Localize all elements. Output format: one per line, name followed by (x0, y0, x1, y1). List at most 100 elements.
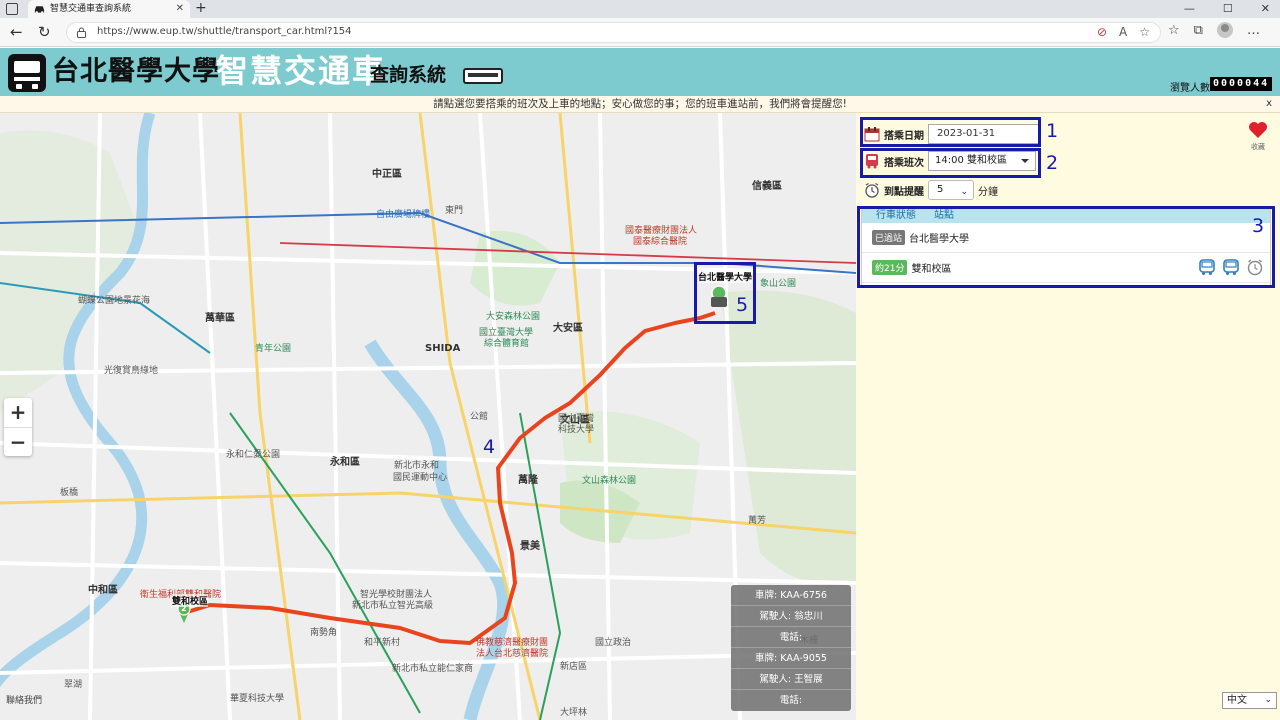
favorites-icon[interactable]: ☆ (1168, 23, 1180, 38)
annotation-box-1 (860, 117, 1041, 147)
map-canvas[interactable] (0, 113, 856, 720)
annotation-box-2 (860, 148, 1041, 178)
annotation-box-3 (857, 206, 1275, 288)
remind-select[interactable]: 5 ⌄ (928, 180, 974, 200)
map-label-dapinglin: 大坪林 (560, 708, 588, 718)
map-label-ntustb: 科技大學 (558, 425, 595, 435)
remind-label: 到點提醒 (884, 186, 924, 198)
url-text: https://www.eup.tw/shuttle/transport_car… (97, 26, 352, 37)
annotation-number-2: 2 (1046, 152, 1059, 174)
browser-tab-bar: 智慧交通車查詢系統 ✕ + — ☐ ✕ (0, 0, 1280, 18)
zoom-in-button[interactable]: + (4, 398, 32, 427)
language-select[interactable]: 中文 ⌄ (1222, 692, 1277, 709)
zoom-out-button[interactable]: − (4, 427, 32, 456)
map-label-hepingmarket: 和平新村 (364, 638, 401, 648)
map-label-qingnian: 青年公園 (255, 344, 292, 354)
map-label-yonghe-park: 永和仁愛公園 (226, 450, 281, 460)
profile-avatar[interactable] (1216, 22, 1233, 38)
map-label-nanshijiao: 南勢角 (310, 628, 338, 638)
map-stop-end-label: 雙和校區 (172, 594, 209, 607)
remind-unit: 分鐘 (978, 186, 998, 198)
maximize-button[interactable]: ☐ (1223, 0, 1233, 18)
minimize-button[interactable]: — (1184, 0, 1195, 18)
lock-icon (77, 27, 86, 38)
contact-link[interactable]: 聯絡我們 (6, 693, 42, 706)
map-label-national-cheng: 國立政治 (595, 638, 632, 648)
map-label-xinyi: 信義區 (752, 181, 782, 192)
site-title-accent: 智慧交通車 (216, 52, 387, 90)
driver-name: 王智展 (794, 674, 823, 685)
browser-address-bar: ← ↻ https://www.eup.tw/shuttle/transport… (0, 18, 1280, 47)
chevron-down-icon: ⌄ (960, 187, 968, 197)
map-label-wanlong: 萬隆 (518, 475, 538, 486)
map-label-freedom: 自由廣場牌樓 (376, 210, 431, 220)
driver-info-panel: 車牌: KAA-6756 駕駛人: 翁忠川 電話: 車牌: KAA-9055 駕… (731, 585, 851, 711)
map-label-xinxiu: 新北市私立能仁家商 (392, 664, 474, 674)
visit-count-label: 瀏覽人數 (1170, 83, 1210, 94)
map-label-zhonghe-hsb: 新北市私立智光高級 (352, 601, 434, 611)
more-menu-icon[interactable]: … (1247, 23, 1260, 38)
map-label-yonghe: 永和區 (330, 457, 360, 468)
map-label-cuihu: 翠湖 (64, 680, 83, 690)
reload-icon[interactable]: ↻ (38, 22, 51, 42)
tab-actions-icon[interactable] (6, 3, 18, 15)
notice-close-button[interactable]: x (1266, 96, 1272, 112)
site-header: 台北醫學大學 智慧交通車 查詢系統 (0, 48, 1280, 96)
heart-icon (1249, 122, 1267, 138)
route-map[interactable]: 中正區 信義區 萬華區 大安區 永和區 中和區 SHIDA 萬隆 景美 文山區 … (0, 113, 856, 720)
map-label-gongguan: 公館 (470, 412, 489, 422)
window-controls: — ☐ ✕ (1184, 0, 1270, 18)
new-tab-button[interactable]: + (195, 0, 207, 17)
map-label-wanhua: 萬華區 (205, 313, 235, 324)
map-label-banqiao: 板橋 (60, 488, 79, 498)
map-label-hospital1b: 國泰綜合醫院 (633, 237, 688, 247)
map-label-ntub: 綜合體育館 (484, 339, 530, 349)
browser-tab[interactable]: 智慧交通車查詢系統 ✕ (28, 0, 190, 18)
favorite-button[interactable]: 收藏 (1246, 121, 1270, 152)
remind-row: 到點提醒 5 ⌄ 分鐘 (864, 179, 998, 201)
close-window-button[interactable]: ✕ (1261, 0, 1270, 18)
car-favicon-icon (34, 6, 45, 14)
chevron-down-icon: ⌄ (1264, 695, 1272, 705)
annotation-number-5: 5 (736, 294, 749, 316)
map-stop-end-marker-number: 2 (181, 604, 187, 613)
map-label-dongmen: 東門 (445, 206, 464, 216)
annotation-number-3: 3 (1252, 215, 1265, 237)
driver-plate: KAA-6756 (780, 590, 827, 601)
back-arrow-icon[interactable]: ← (10, 22, 23, 42)
map-label-jingmei: 景美 (520, 541, 540, 552)
zoom-control: + − (4, 398, 32, 456)
driver-name-line: 駕駛人: 翁忠川 (731, 606, 851, 627)
driver-plate: KAA-9055 (780, 653, 827, 664)
url-field[interactable]: https://www.eup.tw/shuttle/transport_car… (66, 22, 1161, 43)
map-label-zhongzheng: 中正區 (372, 169, 402, 180)
driver-name: 翁忠川 (794, 611, 823, 622)
map-label-daan: 大安區 (553, 323, 583, 334)
visit-counter: 0000044 (1210, 77, 1273, 91)
collections-icon[interactable]: ⧉ (1194, 23, 1203, 38)
alarm-clock-icon (865, 182, 879, 198)
favorite-label: 收藏 (1251, 143, 1265, 151)
header-bus-icon (463, 68, 503, 84)
driver-plate-line: 車牌: KAA-9055 (731, 648, 851, 669)
map-label-fugui: 光復賞鳥綠地 (104, 366, 159, 376)
tab-close-icon[interactable]: ✕ (176, 0, 184, 18)
driver-plate-line: 車牌: KAA-6756 (731, 585, 851, 606)
notice-text: 請點選您要搭乘的班次及上車的地點；安心做您的事；您的班車進站前，我們將會提醒您! (433, 98, 847, 110)
driver-phone-line: 電話: (731, 627, 851, 648)
map-label-wanfang: 萬芳 (748, 516, 767, 526)
map-label-xindian: 新店區 (560, 662, 588, 672)
map-label-yonghe-libb: 國民運動中心 (393, 473, 448, 483)
driver-name-line: 駕駛人: 王智展 (731, 669, 851, 690)
annotation-number-1: 1 (1046, 120, 1059, 142)
map-label-xiangshan: 象山公園 (760, 279, 797, 289)
tracking-block-icon[interactable]: ⊘ (1097, 25, 1107, 39)
query-panel: 搭乘日期 2023-01-31 搭乘班次 14:00 雙和校區 到點提醒 5 ⌄ … (856, 113, 1280, 720)
site-title-sub: 查詢系統 (370, 64, 447, 86)
add-favorite-icon[interactable]: ☆ (1139, 25, 1150, 39)
read-aloud-icon[interactable]: A (1119, 25, 1127, 39)
driver-phone-line: 電話: (779, 695, 803, 706)
map-label-hospital2b: 法人台北慈濟醫院 (476, 649, 549, 659)
notice-bar: 請點選您要搭乘的班次及上車的地點；安心做您的事；您的班車進站前，我們將會提醒您!… (0, 96, 1280, 113)
bus-logo-icon (8, 54, 46, 92)
